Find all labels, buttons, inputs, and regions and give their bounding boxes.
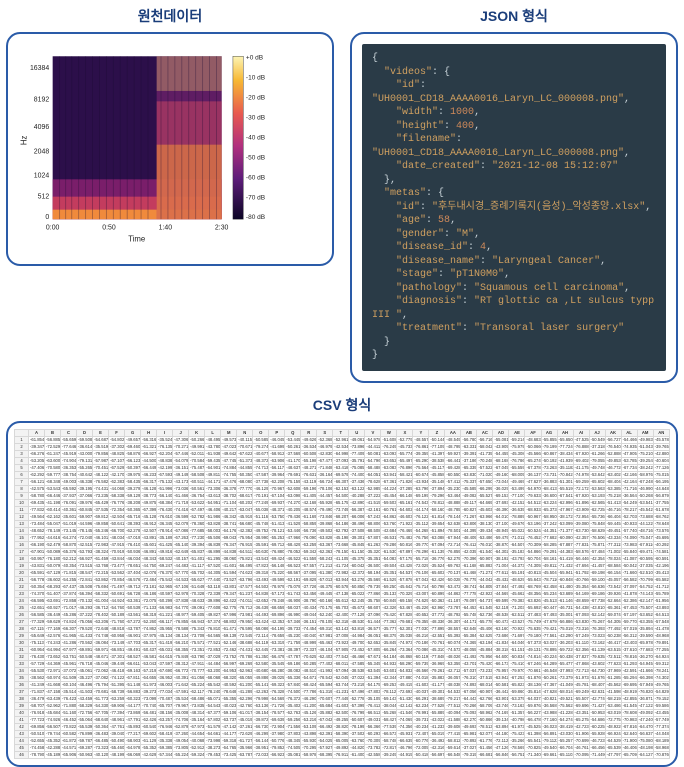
svg-text:-40 dB: -40 dB bbox=[246, 134, 265, 141]
json-panel: JSON 형식 { "videos": { "id": "UH0001_CD18… bbox=[350, 6, 678, 383]
svg-text:512: 512 bbox=[38, 193, 50, 200]
svg-text:-60 dB: -60 dB bbox=[246, 174, 265, 181]
csv-table: ABCDEFGHIJKLMNOPQRSTUVWXYZAAABACADAEAFAG… bbox=[14, 429, 670, 759]
svg-text:4096: 4096 bbox=[34, 124, 50, 131]
svg-text:8192: 8192 bbox=[34, 96, 50, 103]
svg-text:-50 dB: -50 dB bbox=[246, 154, 265, 161]
csv-title: CSV 형식 bbox=[6, 395, 678, 415]
svg-text:-10 dB: -10 dB bbox=[246, 75, 265, 82]
json-code: { "videos": { "id": "UH0001_CD18_AAAA001… bbox=[362, 44, 666, 371]
source-title: 원천데이터 bbox=[6, 6, 334, 26]
svg-text:-80 dB: -80 dB bbox=[246, 214, 265, 221]
json-box-outer: { "videos": { "id": "UH0001_CD18_AAAA001… bbox=[350, 32, 678, 383]
svg-text:-20 dB: -20 dB bbox=[246, 95, 265, 102]
svg-text:1:40: 1:40 bbox=[159, 225, 173, 232]
svg-text:+0 dB: +0 dB bbox=[246, 55, 263, 62]
csv-scroll[interactable]: ABCDEFGHIJKLMNOPQRSTUVWXYZAAABACADAEAFAG… bbox=[14, 429, 670, 759]
spectrogram-svg: 0 512 1024 2048 4096 8192 16384 Hz 0:00 … bbox=[18, 44, 278, 254]
svg-text:0:00: 0:00 bbox=[46, 225, 60, 232]
json-title: JSON 형식 bbox=[350, 6, 678, 26]
svg-text:-70 dB: -70 dB bbox=[246, 194, 265, 201]
csv-panel: CSV 형식 ABCDEFGHIJKLMNOPQRSTUVWXYZAAABACA… bbox=[6, 395, 678, 767]
svg-text:0:50: 0:50 bbox=[102, 225, 116, 232]
svg-text:2:30: 2:30 bbox=[215, 225, 229, 232]
spectrogram-chart: 0 512 1024 2048 4096 8192 16384 Hz 0:00 … bbox=[18, 44, 322, 254]
svg-text:2048: 2048 bbox=[34, 148, 50, 155]
top-row: 원천데이터 bbox=[6, 6, 678, 383]
source-box: 0 512 1024 2048 4096 8192 16384 Hz 0:00 … bbox=[6, 32, 334, 266]
svg-text:-30 dB: -30 dB bbox=[246, 115, 265, 122]
svg-text:0: 0 bbox=[45, 214, 49, 221]
svg-text:16384: 16384 bbox=[30, 65, 49, 72]
csv-box: ABCDEFGHIJKLMNOPQRSTUVWXYZAAABACADAEAFAG… bbox=[6, 421, 678, 767]
source-panel: 원천데이터 bbox=[6, 6, 334, 383]
xlabel: Time bbox=[128, 235, 145, 244]
ylabel: Hz bbox=[20, 135, 29, 145]
svg-text:1024: 1024 bbox=[34, 173, 50, 180]
